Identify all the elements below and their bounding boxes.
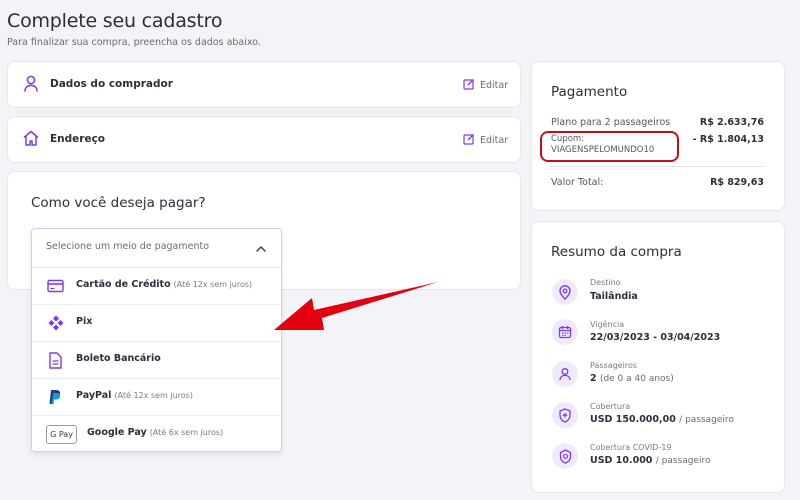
chevron-up-icon[interactable] (255, 240, 267, 259)
option-label: Pix (76, 316, 93, 327)
payment-method-heading: Como você deseja pagar? (31, 195, 206, 211)
coverage-value: USD 150.000,00 / passageiro (590, 414, 734, 425)
select-placeholder: Selecione um meio de pagamento (46, 241, 210, 252)
payment-heading: Pagamento (551, 84, 628, 100)
calendar-icon (552, 319, 578, 345)
option-pix[interactable]: Pix (32, 304, 281, 342)
passengers-label: Passageiros (590, 361, 638, 370)
page-subtitle: Para finalizar sua compra, preencha os d… (7, 37, 261, 48)
annotation-arrow (274, 282, 438, 330)
option-label: PayPal (Até 12x sem juros) (76, 390, 193, 401)
buyer-section-label: Dados do comprador (50, 78, 173, 90)
location-pin-icon (552, 279, 578, 305)
document-icon (47, 352, 67, 369)
option-label: Cartão de Crédito (Até 12x sem juros) (76, 279, 253, 290)
google-pay-icon: G Pay (46, 425, 77, 444)
buyer-edit-label: Editar (480, 80, 509, 91)
coupon-value: - R$ 1.804,13 (692, 134, 764, 145)
divider (551, 166, 764, 167)
total-label: Valor Total: (551, 177, 604, 188)
shield-icon (552, 402, 578, 428)
option-note: (Até 12x sem juros) (173, 280, 253, 289)
passengers-value: 2 (de 0 a 40 anos) (590, 373, 674, 384)
payment-method-select[interactable]: Selecione um meio de pagamento Cartão de… (31, 228, 282, 452)
buyer-section[interactable]: Dados do comprador Editar (7, 61, 521, 108)
credit-card-icon (47, 278, 67, 294)
option-label: Boleto Bancário (76, 353, 161, 364)
option-note: (Até 6x sem juros) (149, 428, 224, 437)
coupon-label: Cupom: (551, 134, 585, 144)
paypal-icon (47, 389, 67, 405)
address-section[interactable]: Endereço Editar (7, 116, 521, 163)
covid-coverage-label: Cobertura COVID-19 (590, 443, 672, 452)
home-icon (22, 129, 40, 151)
plan-value: R$ 2.633,76 (699, 117, 764, 128)
address-section-label: Endereço (50, 133, 106, 145)
option-boleto[interactable]: Boleto Bancário (32, 341, 281, 379)
virus-shield-icon (552, 443, 578, 469)
destination-label: Destino (590, 278, 621, 287)
plan-label: Plano para 2 passageiros (551, 117, 671, 128)
option-credit-card[interactable]: Cartão de Crédito (Até 12x sem juros) (32, 267, 281, 305)
option-google-pay[interactable]: G Pay Google Pay (Até 6x sem juros) (32, 415, 281, 453)
address-edit-button[interactable]: Editar (463, 133, 508, 148)
total-value: R$ 829,63 (710, 177, 764, 188)
option-note: (Até 12x sem juros) (114, 391, 193, 400)
option-label: Google Pay (Até 6x sem juros) (87, 427, 224, 438)
person-icon (23, 75, 39, 96)
validity-value: 22/03/2023 - 03/04/2023 (590, 332, 721, 343)
address-edit-label: Editar (480, 135, 509, 146)
buyer-edit-button[interactable]: Editar (463, 78, 508, 93)
validity-label: Vigência (590, 320, 625, 329)
edit-icon (463, 133, 475, 148)
page-title: Complete seu cadastro (7, 10, 223, 32)
pix-icon (47, 315, 67, 331)
coverage-label: Cobertura (590, 402, 631, 411)
coupon-code: VIAGENSPELOMUNDO10 (551, 145, 655, 155)
covid-coverage-value: USD 10.000 / passageiro (590, 455, 711, 466)
summary-heading: Resumo da compra (551, 244, 682, 260)
person-icon (552, 361, 578, 387)
destination-value: Tailândia (590, 291, 638, 302)
option-paypal[interactable]: PayPal (Até 12x sem juros) (32, 378, 281, 416)
edit-icon (463, 78, 475, 93)
